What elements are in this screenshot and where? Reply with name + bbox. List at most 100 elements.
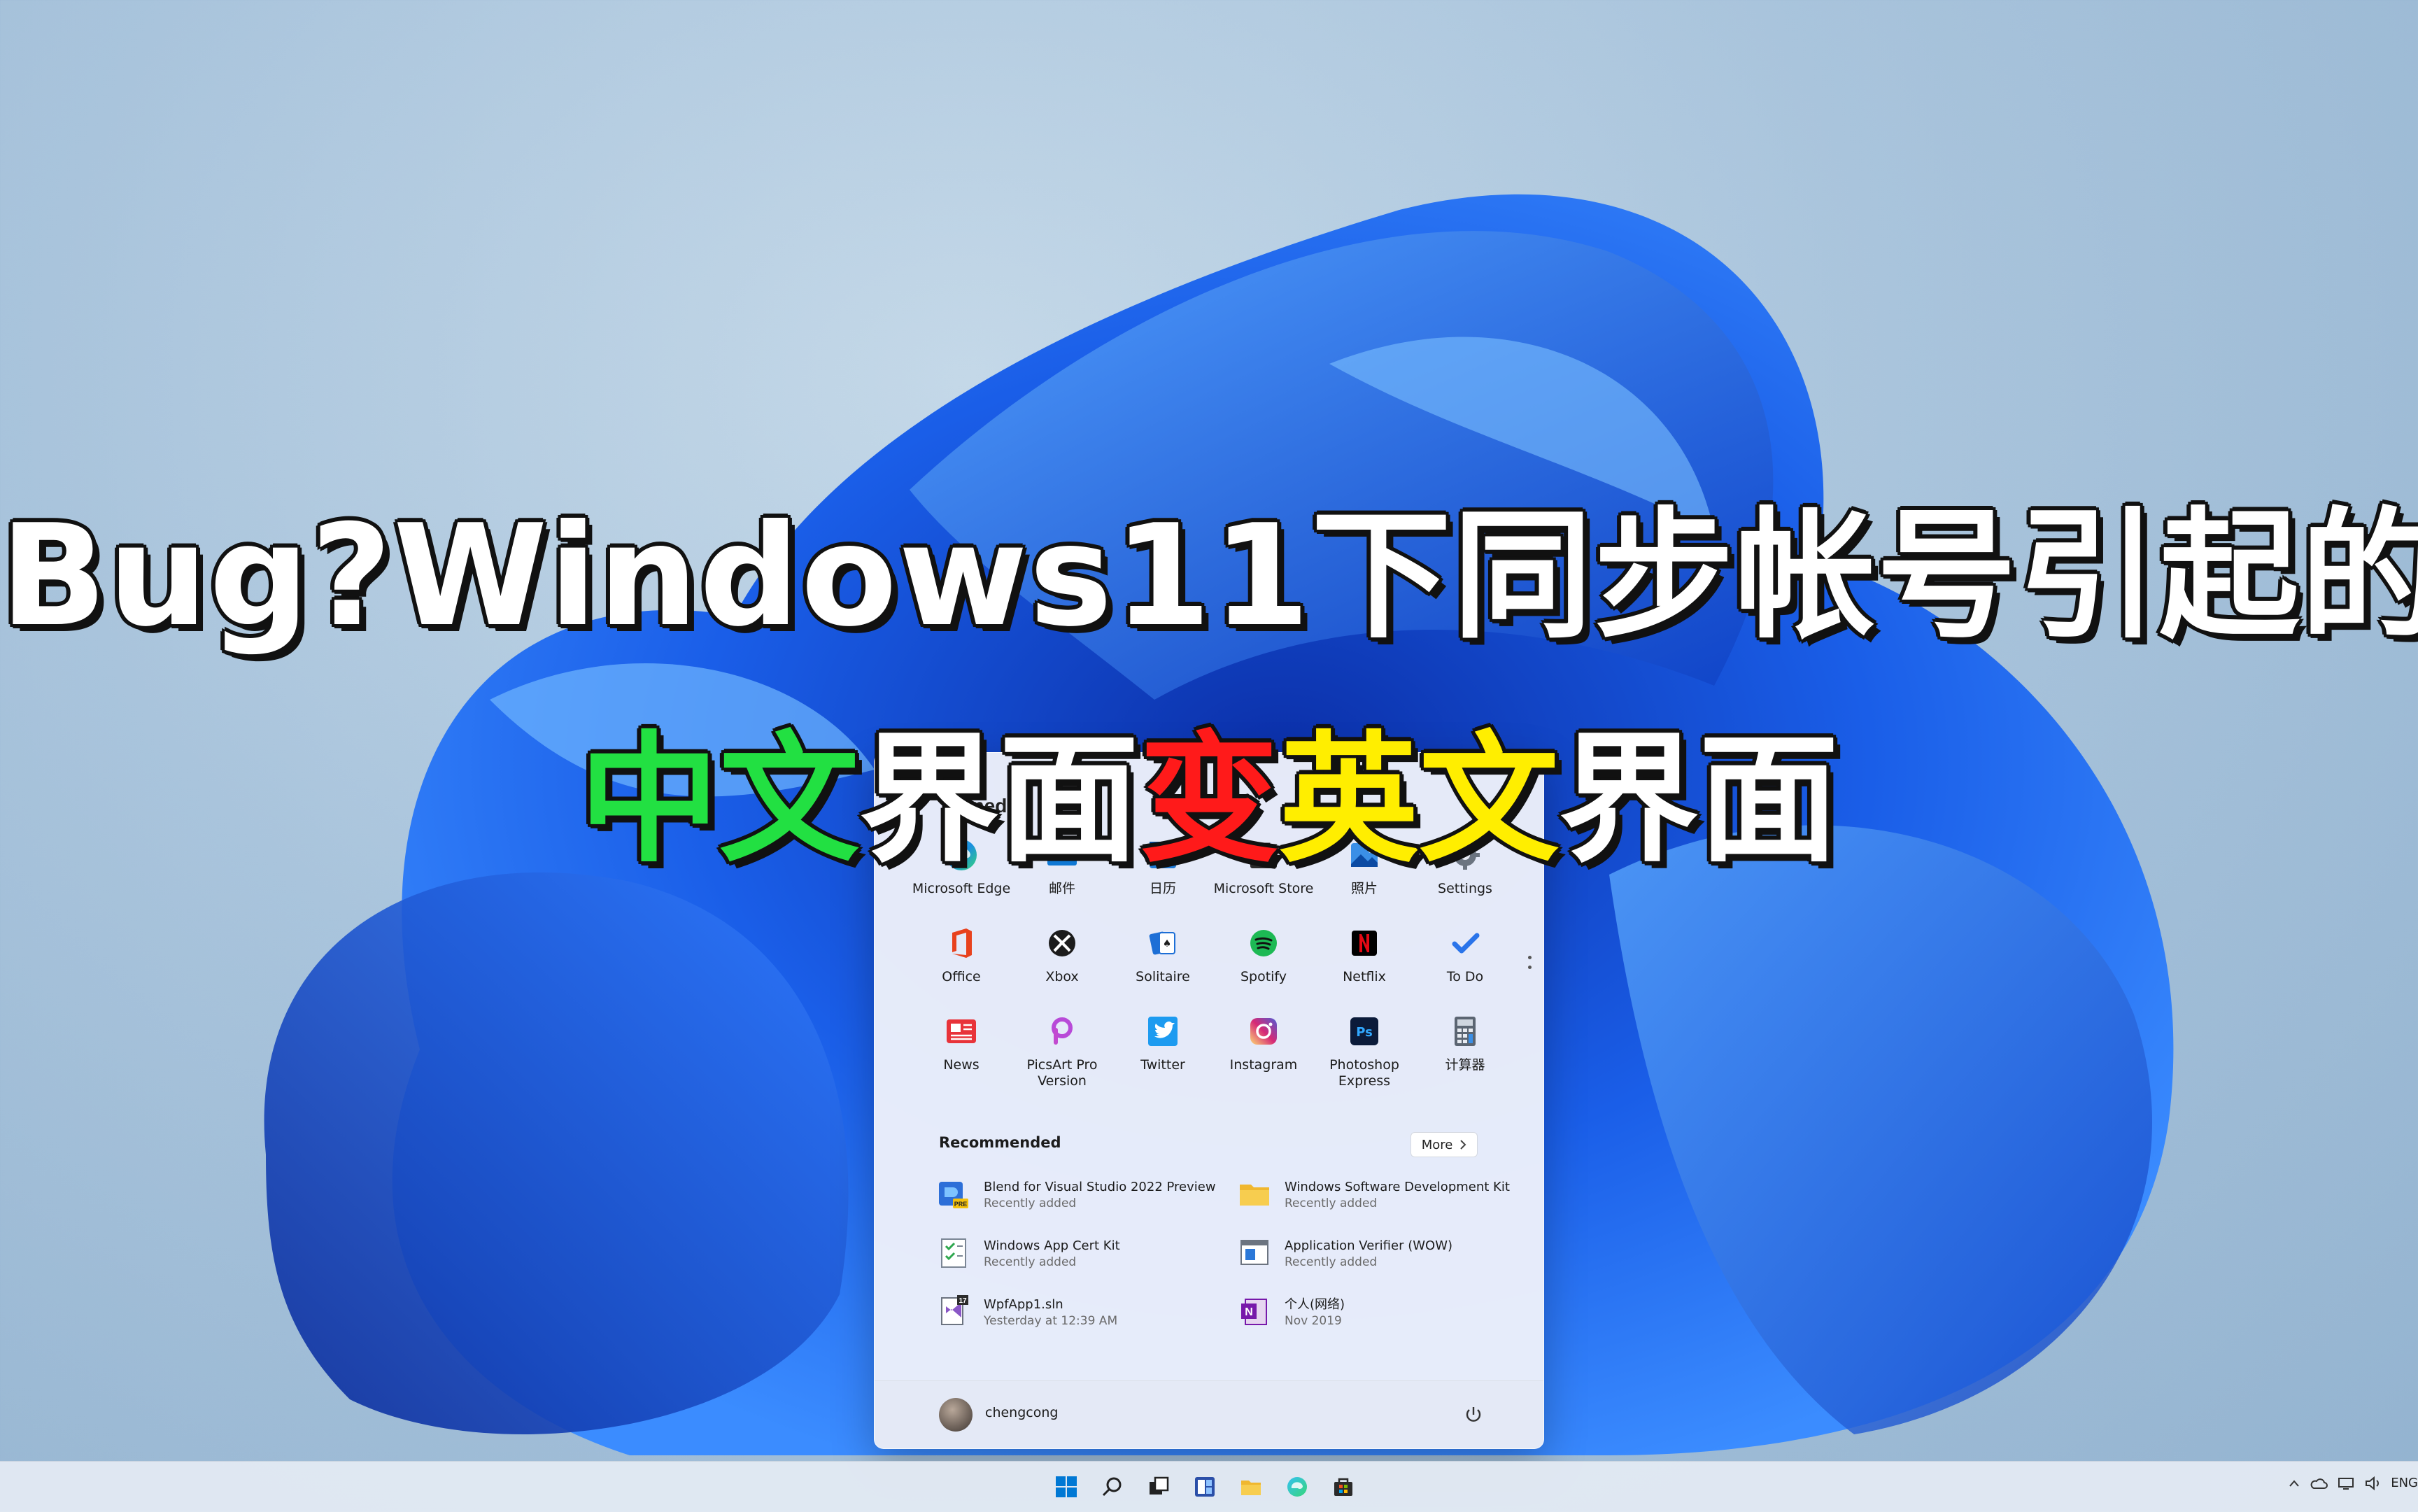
- recommended-item[interactable]: Application Verifier (WOW) Recently added: [1237, 1235, 1510, 1294]
- pinned-app-label: News: [943, 1057, 980, 1073]
- calculator-icon: [1446, 1012, 1484, 1050]
- vs-solution-icon: 17: [936, 1294, 971, 1329]
- recommended-item-name: Windows Software Development Kit: [1285, 1180, 1510, 1194]
- chevron-up-icon[interactable]: [2289, 1479, 2300, 1488]
- task-view-icon[interactable]: [1139, 1467, 1178, 1506]
- onedrive-icon[interactable]: [2310, 1477, 2328, 1490]
- power-icon: [1466, 1407, 1481, 1422]
- netflix-icon: [1345, 924, 1383, 962]
- recommended-header: Recommended: [939, 1134, 1061, 1151]
- photoshop-icon: Ps: [1345, 1012, 1383, 1050]
- pinned-app-label: Netflix: [1343, 969, 1386, 984]
- pinned-app-tile[interactable]: 计算器: [1415, 1010, 1515, 1098]
- recommended-item[interactable]: Windows App Cert Kit Recently added: [936, 1235, 1237, 1294]
- overlay-text-segment: 界面: [858, 719, 1139, 882]
- pinned-app-tile[interactable]: Netflix: [1314, 921, 1415, 1010]
- recommended-item-name: 个人(网络): [1285, 1297, 1345, 1312]
- chevron-right-icon: [1460, 1140, 1466, 1150]
- recommended-item-subtitle: Recently added: [984, 1196, 1077, 1210]
- recommended-item[interactable]: N 个人(网络) Nov 2019: [1237, 1294, 1510, 1352]
- page-dot: [1528, 956, 1532, 959]
- svg-text:17: 17: [959, 1297, 967, 1305]
- page-dot: [1528, 966, 1532, 969]
- pinned-app-label: Photoshop Express: [1329, 1057, 1399, 1089]
- store-icon[interactable]: [1324, 1467, 1363, 1506]
- pinned-app-label: Xbox: [1045, 969, 1079, 984]
- page-indicator[interactable]: [1528, 956, 1532, 975]
- instagram-icon: [1245, 1012, 1282, 1050]
- recommended-text: Blend for Visual Studio 2022 Preview Rece…: [984, 1176, 1216, 1211]
- recommended-text: WpfApp1.sln Yesterday at 12:39 AM: [984, 1294, 1117, 1329]
- solitaire-icon: ♠: [1144, 924, 1182, 962]
- language-indicator[interactable]: ENG: [2391, 1476, 2418, 1490]
- recommended-item-name: Blend for Visual Studio 2022 Preview: [984, 1180, 1216, 1194]
- recommended-item-subtitle: Recently added: [984, 1255, 1077, 1269]
- recommended-item-subtitle: Nov 2019: [1285, 1314, 1342, 1328]
- pinned-app-tile[interactable]: Instagram: [1213, 1010, 1314, 1098]
- recommended-item[interactable]: Windows Software Development Kit Recently…: [1237, 1176, 1510, 1235]
- edge-icon[interactable]: [1278, 1467, 1317, 1506]
- spotify-icon: [1245, 924, 1282, 962]
- pinned-app-tile[interactable]: Spotify: [1213, 921, 1314, 1010]
- pinned-app-label: Spotify: [1240, 969, 1287, 984]
- overlay-text-segment: 界面: [1559, 719, 1839, 882]
- overlay-title-line2: 中文界面变英文界面: [0, 686, 2418, 889]
- picsart-icon: [1043, 1012, 1081, 1050]
- recommended-item[interactable]: PRE Blend for Visual Studio 2022 Preview R…: [936, 1176, 1237, 1235]
- recommended-item-name: Application Verifier (WOW): [1285, 1238, 1453, 1253]
- pinned-app-tile[interactable]: Xbox: [1012, 921, 1112, 1010]
- user-name[interactable]: chengcong: [985, 1405, 1058, 1420]
- pinned-app-label: Instagram: [1229, 1057, 1298, 1073]
- svg-text:N: N: [1245, 1306, 1253, 1318]
- power-button[interactable]: [1461, 1402, 1486, 1427]
- recommended-item-subtitle: Recently added: [1285, 1196, 1378, 1210]
- volume-icon[interactable]: [2364, 1476, 2381, 1490]
- cert-kit-icon: [936, 1235, 971, 1270]
- svg-text:Ps: Ps: [1356, 1025, 1373, 1040]
- recommended-item-name: Windows App Cert Kit: [984, 1238, 1120, 1253]
- pinned-app-tile[interactable]: ♠ Solitaire: [1112, 921, 1213, 1010]
- pinned-app-tile[interactable]: PicsArt Pro Version: [1012, 1010, 1112, 1098]
- recommended-text: Application Verifier (WOW) Recently added: [1285, 1235, 1452, 1270]
- news-icon: [942, 1012, 980, 1050]
- pinned-app-label: Twitter: [1140, 1057, 1185, 1073]
- system-tray: ENG: [2289, 1476, 2418, 1490]
- twitter-icon: [1144, 1012, 1182, 1050]
- recommended-item-subtitle: Recently added: [1285, 1255, 1378, 1269]
- blend-icon: PRE: [936, 1176, 971, 1211]
- overlay-title-line1: Bug?Windows11下同步帐号引起的: [0, 495, 2418, 658]
- pinned-app-label: Solitaire: [1136, 969, 1190, 984]
- windows-start-icon[interactable]: [1047, 1467, 1086, 1506]
- widgets-icon[interactable]: [1185, 1467, 1224, 1506]
- pinned-app-tile[interactable]: To Do: [1415, 921, 1515, 1010]
- pinned-app-tile[interactable]: Ps Photoshop Express: [1314, 1010, 1415, 1098]
- pinned-app-label: 计算器: [1445, 1057, 1485, 1073]
- network-icon[interactable]: [2338, 1476, 2354, 1490]
- recommended-item-name: WpfApp1.sln: [984, 1297, 1063, 1312]
- overlay-text-segment: 变: [1138, 719, 1279, 882]
- xbox-icon: [1043, 924, 1081, 962]
- folder-icon: [1237, 1176, 1272, 1211]
- overlay-text-segment: 中文: [579, 719, 859, 882]
- recommended-item[interactable]: 17 WpfApp1.sln Yesterday at 12:39 AM: [936, 1294, 1237, 1352]
- taskbar-apps: [1047, 1467, 1363, 1506]
- recommended-text: 个人(网络) Nov 2019: [1285, 1294, 1345, 1329]
- file-explorer-icon[interactable]: [1231, 1467, 1271, 1506]
- office-icon: [942, 924, 980, 962]
- overlay-text-segment: 英: [1279, 719, 1420, 882]
- pinned-app-tile[interactable]: News: [911, 1010, 1012, 1098]
- search-icon[interactable]: [1093, 1467, 1132, 1506]
- user-bar: chengcong: [875, 1380, 1543, 1448]
- svg-text:PRE: PRE: [954, 1201, 968, 1208]
- onenote-icon: N: [1237, 1294, 1272, 1329]
- more-button[interactable]: More: [1410, 1132, 1478, 1157]
- pinned-app-tile[interactable]: Office: [911, 921, 1012, 1010]
- pinned-app-label: PicsArt Pro Version: [1026, 1057, 1098, 1089]
- verifier-icon: [1237, 1235, 1272, 1270]
- svg-text:♠: ♠: [1163, 938, 1172, 949]
- recommended-item-subtitle: Yesterday at 12:39 AM: [984, 1314, 1118, 1328]
- todo-icon: [1446, 924, 1484, 962]
- recommended-list: PRE Blend for Visual Studio 2022 Preview R…: [936, 1176, 1510, 1352]
- pinned-app-tile[interactable]: Twitter: [1112, 1010, 1213, 1098]
- avatar[interactable]: [939, 1398, 973, 1432]
